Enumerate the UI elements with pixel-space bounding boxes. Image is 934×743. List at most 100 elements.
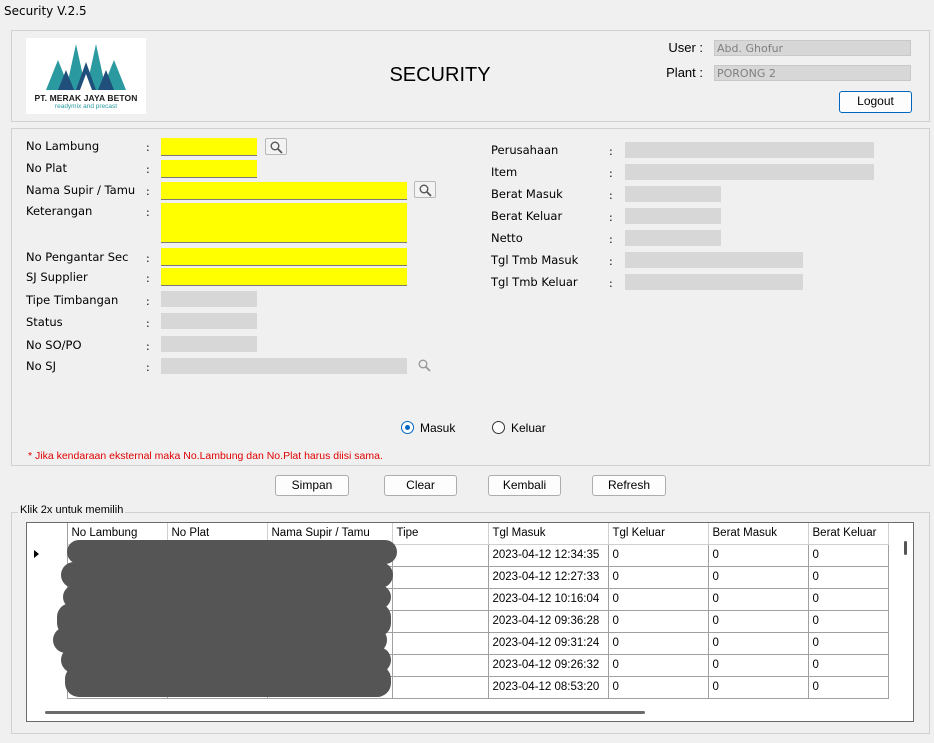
sj-supplier-label: SJ Supplier — [26, 270, 88, 284]
netto-label: Netto — [491, 231, 523, 245]
vertical-scroll-thumb[interactable] — [904, 541, 907, 555]
keterangan-input[interactable] — [161, 203, 407, 243]
cell-tipe[interactable] — [391, 653, 489, 677]
logo-tagline: readymix and precast — [54, 103, 118, 110]
cell-tgl-masuk[interactable]: 2023-04-12 12:27:33 — [487, 565, 609, 589]
perusahaan-label: Perusahaan — [491, 143, 559, 157]
perusahaan-field — [625, 142, 874, 158]
cell-berat-masuk[interactable]: 0 — [707, 653, 809, 677]
col-header-tgl-keluar[interactable]: Tgl Keluar — [608, 523, 709, 545]
no-lambung-input[interactable] — [161, 138, 257, 156]
sj-supplier-input[interactable] — [161, 268, 407, 286]
horizontal-scroll-thumb[interactable] — [45, 711, 645, 714]
cell-berat-keluar[interactable]: 0 — [807, 675, 889, 699]
cell-berat-masuk[interactable]: 0 — [707, 631, 809, 655]
colon: : — [146, 272, 150, 285]
colon: : — [609, 255, 613, 268]
berat-masuk-field — [625, 186, 721, 202]
colon: : — [146, 361, 150, 374]
col-header-tipe[interactable]: Tipe — [392, 523, 489, 545]
colon: : — [146, 163, 150, 176]
cell-tipe[interactable] — [391, 631, 489, 655]
cell-tgl-keluar[interactable]: 0 — [607, 609, 709, 633]
col-header-berat-keluar[interactable]: Berat Keluar — [808, 523, 889, 545]
cell-tipe[interactable] — [391, 609, 489, 633]
plant-field: PORONG 2 — [714, 65, 911, 81]
cell-tgl-keluar[interactable]: 0 — [607, 565, 709, 589]
nama-supir-input[interactable] — [161, 182, 407, 200]
cell-berat-keluar[interactable]: 0 — [807, 609, 889, 633]
cell-tgl-keluar[interactable]: 0 — [607, 587, 709, 611]
keluar-radio-label[interactable]: Keluar — [511, 421, 546, 435]
no-pengantar-input[interactable] — [161, 248, 407, 266]
search-lambung-button[interactable] — [265, 138, 287, 155]
user-label: User : — [668, 40, 703, 55]
colon: : — [609, 233, 613, 246]
row-header-corner — [27, 523, 68, 544]
cell-tipe[interactable] — [391, 565, 489, 589]
no-sj-field — [161, 358, 407, 374]
cell-berat-masuk[interactable]: 0 — [707, 587, 809, 611]
cell-tgl-keluar[interactable]: 0 — [607, 675, 709, 699]
cell-tgl-masuk[interactable]: 2023-04-12 12:34:35 — [487, 543, 609, 567]
col-header-berat-masuk[interactable]: Berat Masuk — [708, 523, 809, 545]
cell-berat-masuk[interactable]: 0 — [707, 609, 809, 633]
cell-tipe[interactable] — [391, 587, 489, 611]
berat-keluar-field — [625, 208, 721, 224]
external-vehicle-note: * Jika kendaraan eksternal maka No.Lambu… — [28, 450, 383, 462]
cell-tgl-keluar[interactable]: 0 — [607, 631, 709, 655]
clear-button[interactable]: Clear — [384, 475, 457, 496]
refresh-button[interactable]: Refresh — [592, 475, 666, 496]
plant-label: Plant : — [666, 65, 703, 80]
grid-group-title: Klik 2x untuk memilih — [18, 504, 126, 516]
search-supir-button[interactable] — [414, 181, 436, 198]
kembali-button[interactable]: Kembali — [488, 475, 561, 496]
cell-tgl-masuk[interactable]: 2023-04-12 10:16:04 — [487, 587, 609, 611]
cell-berat-keluar[interactable]: 0 — [807, 543, 889, 567]
col-header-tgl-masuk[interactable]: Tgl Masuk — [488, 523, 609, 545]
no-sj-label: No SJ — [26, 359, 56, 373]
data-grid[interactable]: No Lambung No Plat Nama Supir / Tamu Tip… — [26, 522, 914, 722]
colon: : — [146, 295, 150, 308]
company-logo: PT. MERAK JAYA BETON readymix and precas… — [26, 38, 146, 114]
redacted-block — [65, 665, 391, 697]
tgl-tmb-masuk-field — [625, 252, 803, 268]
masuk-radio[interactable] — [401, 421, 414, 434]
colon: : — [609, 145, 613, 158]
search-sj-button[interactable] — [414, 357, 436, 374]
status-label: Status — [26, 315, 63, 329]
colon: : — [146, 340, 150, 353]
cell-tgl-keluar[interactable]: 0 — [607, 543, 709, 567]
keluar-radio[interactable] — [492, 421, 505, 434]
cell-tgl-masuk[interactable]: 2023-04-12 09:36:28 — [487, 609, 609, 633]
simpan-button[interactable]: Simpan — [275, 475, 349, 496]
cell-berat-keluar[interactable]: 0 — [807, 653, 889, 677]
item-label: Item — [491, 165, 518, 179]
berat-keluar-label: Berat Keluar — [491, 209, 563, 223]
berat-masuk-label: Berat Masuk — [491, 187, 563, 201]
cell-berat-keluar[interactable]: 0 — [807, 587, 889, 611]
cell-berat-masuk[interactable]: 0 — [707, 675, 809, 699]
grid-horizontal-scrollbar[interactable] — [27, 703, 896, 721]
grid-vertical-scrollbar[interactable] — [896, 523, 913, 703]
row-header[interactable] — [27, 544, 68, 566]
cell-tipe[interactable] — [391, 675, 489, 699]
colon: : — [146, 206, 150, 219]
masuk-radio-label[interactable]: Masuk — [420, 421, 455, 435]
logout-button[interactable]: Logout — [839, 91, 912, 113]
cell-berat-masuk[interactable]: 0 — [707, 543, 809, 567]
cell-tgl-masuk[interactable]: 2023-04-12 09:26:32 — [487, 653, 609, 677]
colon: : — [609, 189, 613, 202]
cell-tgl-keluar[interactable]: 0 — [607, 653, 709, 677]
cell-tgl-masuk[interactable]: 2023-04-12 09:31:24 — [487, 631, 609, 655]
row-header[interactable] — [27, 676, 68, 698]
nama-supir-label: Nama Supir / Tamu — [26, 183, 136, 197]
cell-berat-keluar[interactable]: 0 — [807, 631, 889, 655]
cell-tgl-masuk[interactable]: 2023-04-12 08:53:20 — [487, 675, 609, 699]
no-plat-input[interactable] — [161, 160, 257, 178]
cell-berat-keluar[interactable]: 0 — [807, 565, 889, 589]
cell-berat-masuk[interactable]: 0 — [707, 565, 809, 589]
cell-tipe[interactable] — [391, 543, 489, 567]
colon: : — [609, 211, 613, 224]
status-field — [161, 313, 257, 329]
